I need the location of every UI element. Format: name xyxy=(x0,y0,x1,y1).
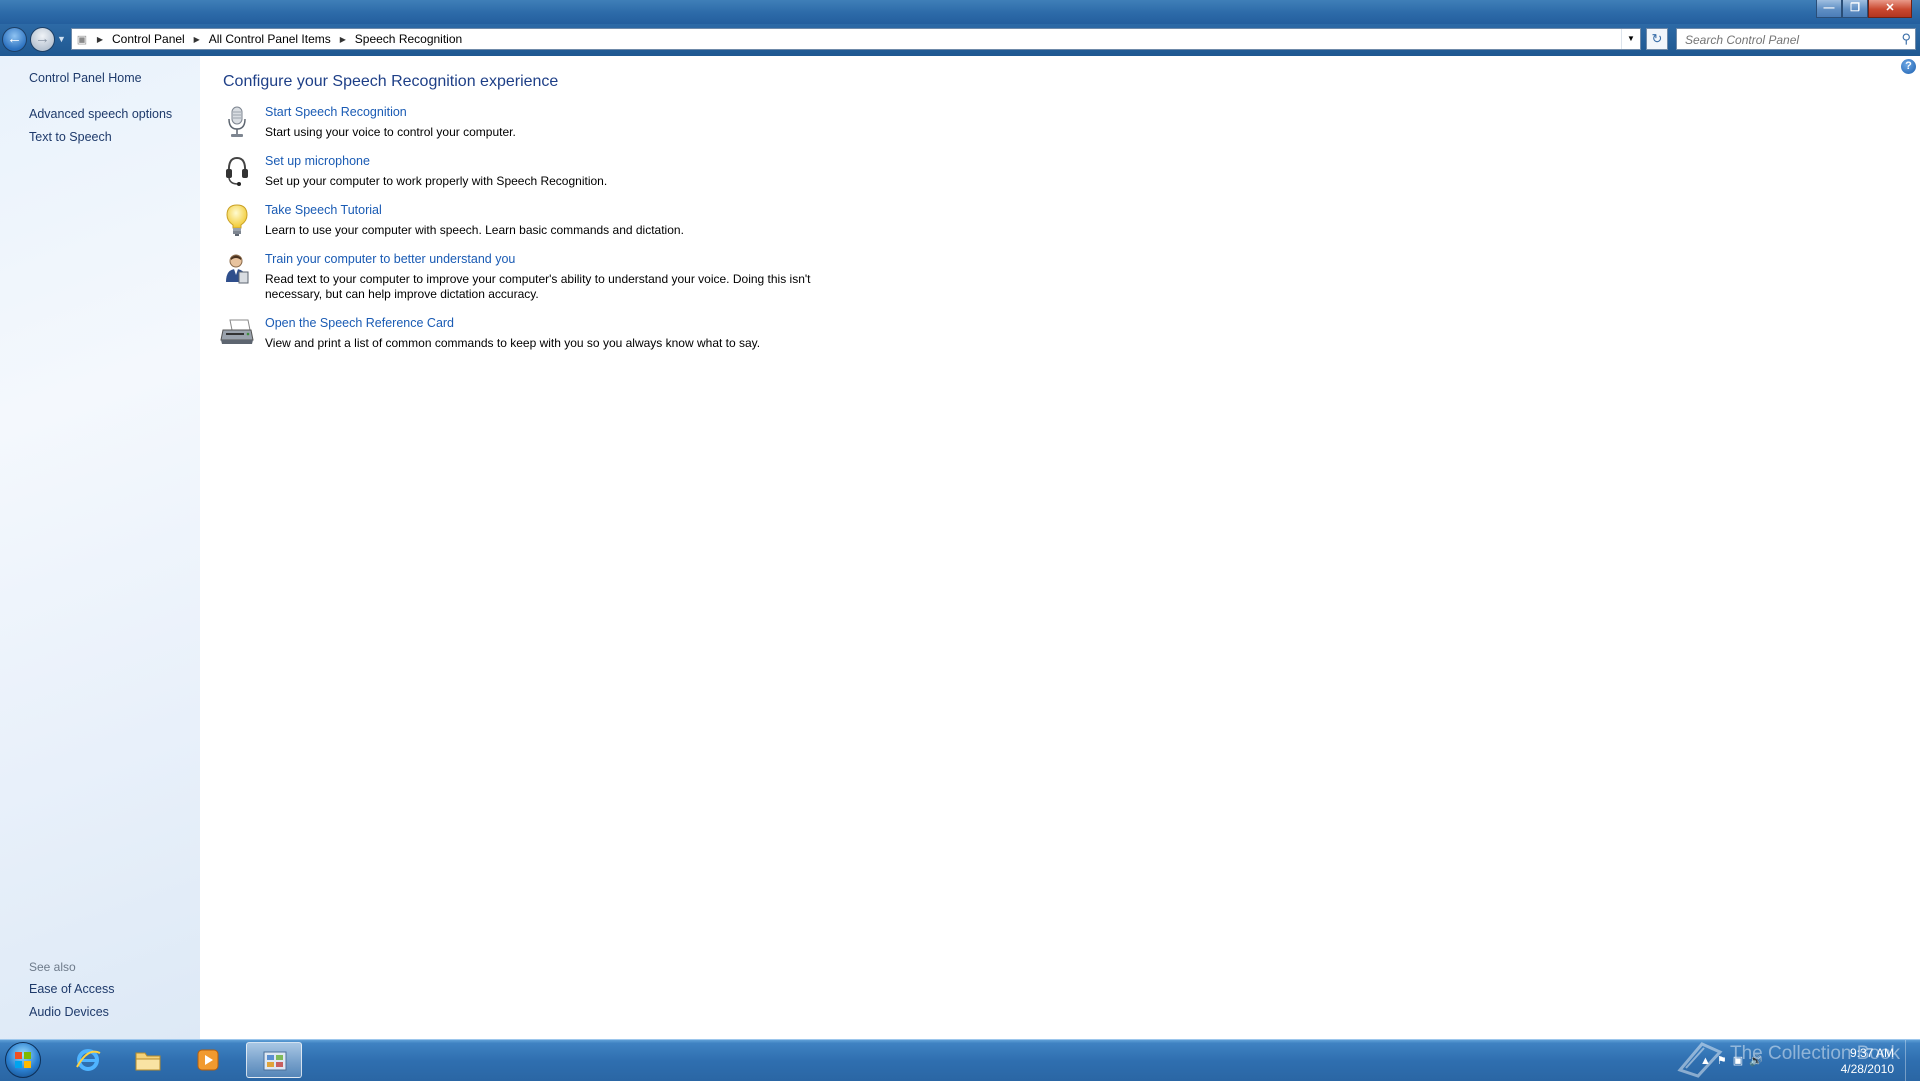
see-also-label: See also xyxy=(29,960,76,974)
advanced-speech-options-link[interactable]: Advanced speech options xyxy=(29,107,172,121)
train-computer-link[interactable]: Train your computer to better understand… xyxy=(265,252,515,266)
window-controls: — ❐ ✕ xyxy=(1816,0,1912,18)
taskbar-internet-explorer[interactable] xyxy=(60,1042,116,1078)
control-panel-home-link[interactable]: Control Panel Home xyxy=(29,71,142,85)
open-speech-reference-card-link[interactable]: Open the Speech Reference Card xyxy=(265,316,454,330)
search-input[interactable] xyxy=(1683,30,1887,50)
windows-explorer-icon xyxy=(135,1052,161,1071)
help-icon[interactable]: ? xyxy=(1901,59,1916,74)
show-desktop-button[interactable] xyxy=(1905,1040,1920,1081)
lightbulb-icon xyxy=(226,204,248,236)
control-panel-icon xyxy=(263,1051,287,1071)
breadcrumb-separator-icon[interactable]: ▶ xyxy=(335,35,351,44)
task-description: Read text to your computer to improve yo… xyxy=(265,272,811,301)
search-icon[interactable]: ⚲ xyxy=(1901,31,1911,47)
breadcrumb-separator-icon[interactable]: ▶ xyxy=(189,35,205,44)
breadcrumb-separator-icon[interactable]: ▶ xyxy=(92,35,108,44)
user-train-icon xyxy=(226,254,249,284)
headset-icon xyxy=(226,156,248,186)
refresh-button[interactable]: ↻ xyxy=(1646,28,1668,50)
media-player-icon xyxy=(197,1049,219,1071)
left-navigation-pane: Control Panel Home Advanced speech optio… xyxy=(0,56,200,1039)
forward-button[interactable]: → xyxy=(30,27,55,52)
task-description: Set up your computer to work properly wi… xyxy=(265,174,608,188)
audio-devices-link[interactable]: Audio Devices xyxy=(29,1005,109,1019)
start-speech-recognition-link[interactable]: Start Speech Recognition xyxy=(265,105,407,119)
address-dropdown-icon[interactable]: ▼ xyxy=(1621,29,1640,49)
maximize-button[interactable]: ❐ xyxy=(1842,0,1868,18)
taskbar-windows-explorer[interactable] xyxy=(120,1042,176,1078)
take-speech-tutorial-link[interactable]: Take Speech Tutorial xyxy=(265,203,382,217)
breadcrumb-all-items[interactable]: All Control Panel Items xyxy=(205,32,335,46)
text-to-speech-link[interactable]: Text to Speech xyxy=(29,130,112,144)
address-bar[interactable]: ▣ ▶ Control Panel ▶ All Control Panel It… xyxy=(71,28,1641,50)
close-button[interactable]: ✕ xyxy=(1868,0,1912,18)
title-bar: — ❐ ✕ xyxy=(0,0,1920,24)
printer-icon xyxy=(220,319,254,344)
watermark-text: The Collection Book xyxy=(1730,1043,1901,1064)
search-box[interactable]: ⚲ xyxy=(1676,28,1916,50)
main-content: ? Configure your Speech Recognition expe… xyxy=(200,56,1920,1039)
control-panel-location-icon: ▣ xyxy=(76,33,88,46)
start-button[interactable] xyxy=(5,1042,41,1078)
taskbar: ▲⚑▣🔊 9:37 AM 4/28/2010 xyxy=(0,1039,1920,1081)
back-button[interactable]: ← xyxy=(2,27,27,52)
breadcrumb-control-panel[interactable]: Control Panel xyxy=(108,32,189,46)
internet-explorer-icon xyxy=(76,1049,101,1071)
recent-pages-dropdown-icon[interactable]: ▼ xyxy=(57,34,66,44)
minimize-button[interactable]: — xyxy=(1816,0,1842,18)
microphone-icon xyxy=(228,106,246,137)
watermark-book-icon xyxy=(1677,1042,1723,1078)
page-title: Configure your Speech Recognition experi… xyxy=(223,73,559,90)
breadcrumb-speech-recognition[interactable]: Speech Recognition xyxy=(351,32,466,46)
taskbar-media-player[interactable] xyxy=(180,1042,236,1078)
task-description: Learn to use your computer with speech. … xyxy=(265,223,684,237)
navigation-bar: ← → ▼ ▣ ▶ Control Panel ▶ All Control Pa… xyxy=(0,24,1920,56)
ease-of-access-link[interactable]: Ease of Access xyxy=(29,982,114,996)
windows-logo-icon xyxy=(15,1052,31,1068)
taskbar-control-panel[interactable] xyxy=(246,1042,302,1078)
task-description: Start using your voice to control your c… xyxy=(265,125,516,139)
set-up-microphone-link[interactable]: Set up microphone xyxy=(265,154,370,168)
task-description: View and print a list of common commands… xyxy=(265,336,761,350)
